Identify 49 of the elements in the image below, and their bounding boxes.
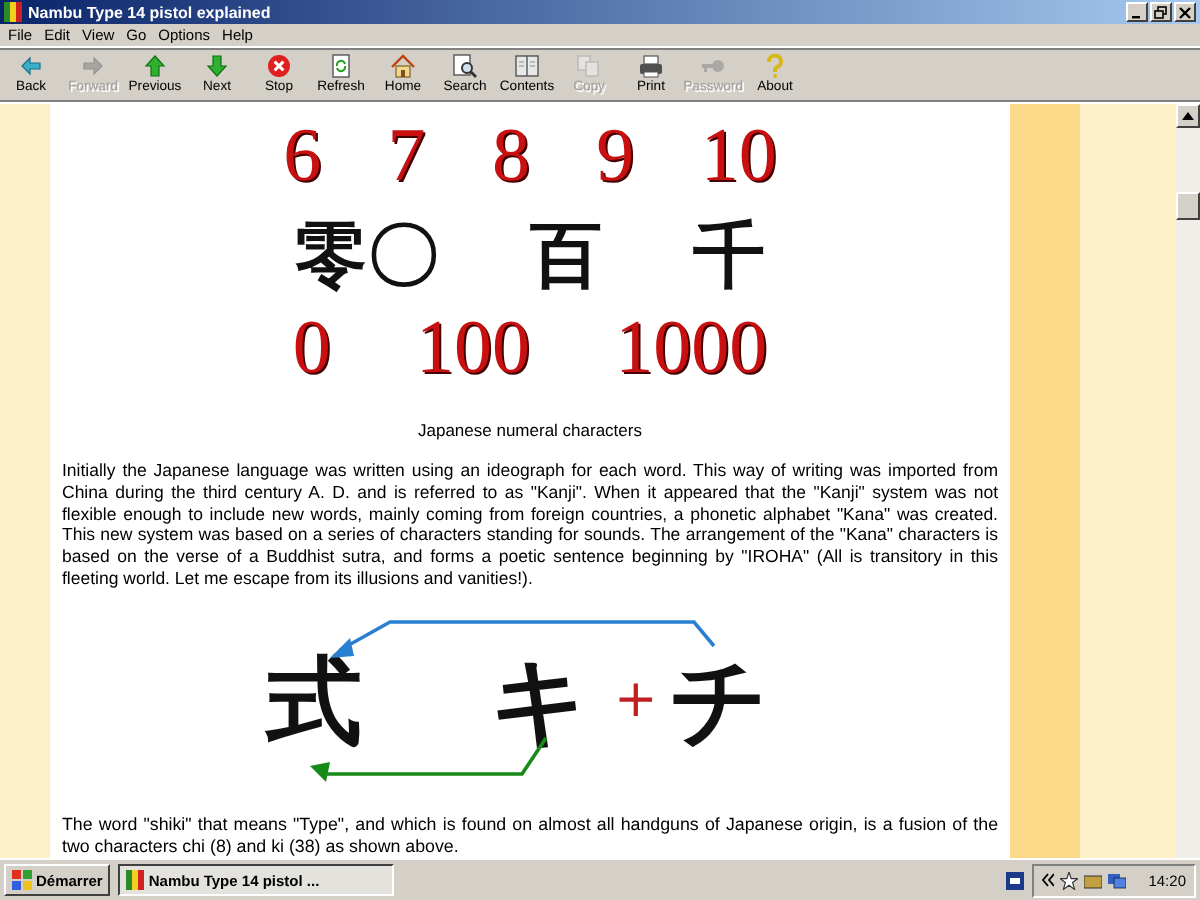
app-icon xyxy=(126,870,145,890)
windows-logo-icon xyxy=(12,870,32,890)
close-icon xyxy=(1178,5,1192,19)
question-mark-icon xyxy=(762,54,788,78)
up-arrow-icon xyxy=(142,54,168,78)
close-button[interactable] xyxy=(1174,2,1196,22)
forward-arrow-icon xyxy=(80,54,106,78)
paragraph: The word "shiki" that means "Type", and which is found on almost all handguns of Japanese origin, is a fusion of the two characters chi (8) and ki (38) as shown above. xyxy=(62,813,998,857)
kanji-character: 千 xyxy=(692,216,765,300)
book-icon xyxy=(514,54,540,78)
numeral: 6 xyxy=(283,116,322,196)
numeral: 10 xyxy=(700,116,777,196)
minimize-button[interactable] xyxy=(1126,2,1148,22)
scroll-up-button[interactable] xyxy=(1176,104,1200,128)
kanji-character: チ xyxy=(670,643,768,762)
numeral: 100 xyxy=(415,308,530,388)
up-arrow-icon xyxy=(1182,112,1194,120)
image-caption: Japanese numeral characters xyxy=(418,420,642,440)
refresh-icon xyxy=(328,54,354,78)
kanji-character: 式 xyxy=(266,643,362,762)
copy-icon xyxy=(576,54,602,78)
plus-sign: + xyxy=(614,669,658,730)
drive-icon xyxy=(1084,871,1103,889)
window-title: Nambu Type 14 pistol explained xyxy=(28,3,273,21)
keyboard-language-icon xyxy=(1006,871,1025,889)
scrollbar[interactable] xyxy=(1176,104,1200,858)
restore-icon xyxy=(1154,5,1168,19)
numeral: 0 xyxy=(292,308,331,388)
kanji-character: 百 xyxy=(529,216,602,300)
star-icon xyxy=(1060,871,1079,889)
numeral: 8 xyxy=(491,116,530,196)
scroll-thumb[interactable] xyxy=(1176,192,1200,220)
paragraph: Initially the Japanese language was written using an ideograph for each word. This way of writing was imported from China during the third century A. D. and is referred to as "Kanji". When it appeared that the "Kanji" system was not flexible enough to include new words, mainly coming from foreign countries, a phonetic alphabet "Kana" was created. This new system was based on a series of characters standing for sounds. The arrangement of the "Kana" characters is based on the verse of a Buddhist sutra, and forms a poetic sentence beginning by "IROHA" (All is transitory in this fleeting world. Let me escape from its illusions and vanities!). xyxy=(62,460,998,590)
restore-button[interactable] xyxy=(1150,2,1172,22)
printer-icon xyxy=(638,54,664,78)
kanji-character: キ xyxy=(490,643,588,762)
app-icon xyxy=(4,2,22,22)
key-icon xyxy=(700,54,726,78)
numeral: 7 xyxy=(387,116,426,196)
back-arrow-icon xyxy=(18,54,44,78)
network-icon xyxy=(1108,871,1127,889)
kanji-character: 零〇 xyxy=(295,216,440,300)
home-icon xyxy=(390,54,416,78)
search-icon xyxy=(452,54,478,78)
numeral: 1000 xyxy=(615,308,768,388)
chevron-icon xyxy=(1042,872,1055,888)
stop-icon xyxy=(266,54,292,78)
down-arrow-icon xyxy=(204,54,230,78)
numeral: 9 xyxy=(596,116,635,196)
